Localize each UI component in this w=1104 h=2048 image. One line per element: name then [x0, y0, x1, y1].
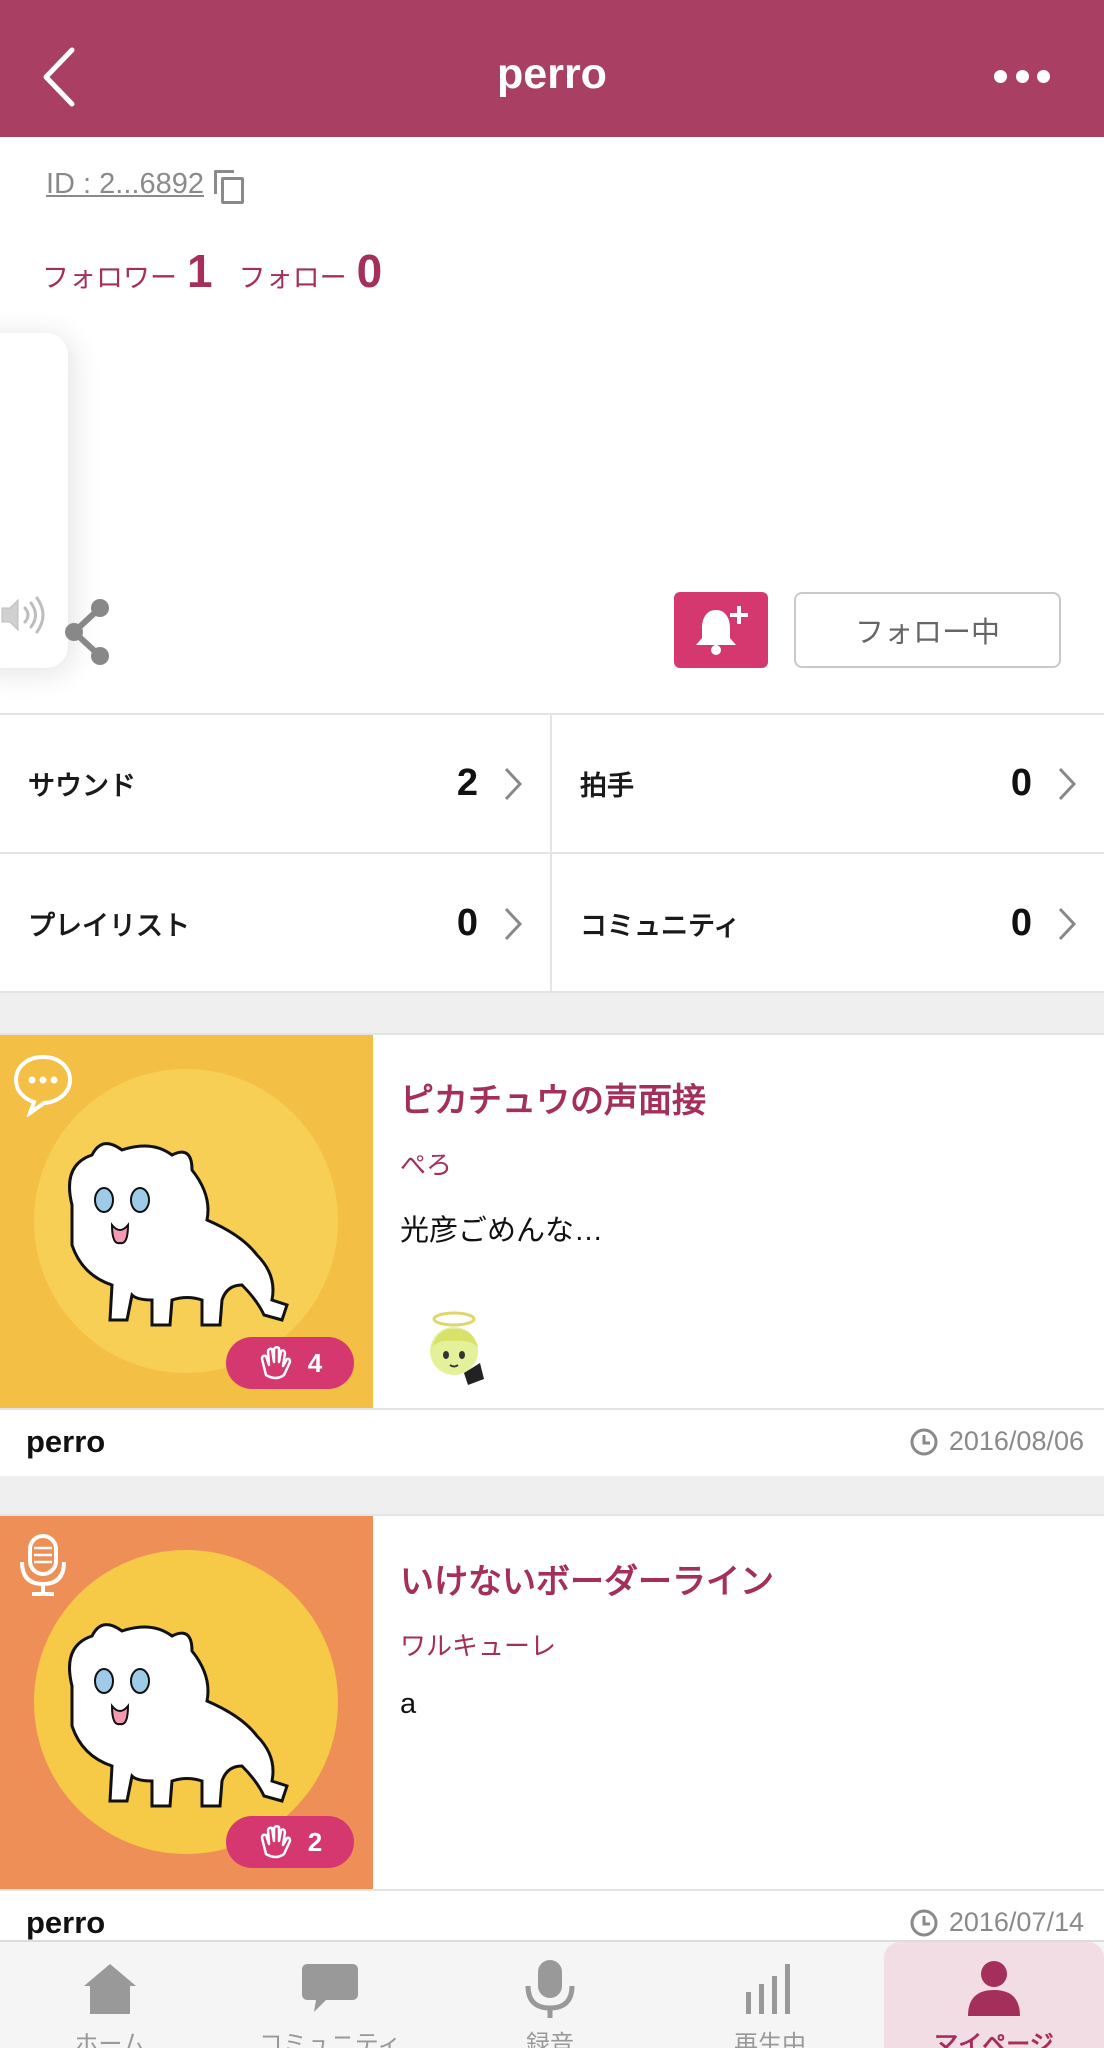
- stat-value: 2: [456, 762, 478, 804]
- more-dot-icon: [1037, 69, 1050, 83]
- chat-icon: [302, 1964, 358, 2012]
- sound-thumbnail[interactable]: 4: [0, 1035, 373, 1408]
- stat-label: 拍手: [580, 771, 634, 801]
- section-divider: [0, 1476, 1104, 1514]
- person-icon: [968, 1961, 1020, 2016]
- sound-card[interactable]: 4 ピカチュウの声面接 ぺろ 光彦ごめんな… perro 2016/08/06: [0, 1033, 1104, 1476]
- sound-description: a: [400, 1688, 417, 1720]
- clap-count-badge: 2: [226, 1816, 354, 1868]
- cat-illustration-icon: [68, 1623, 289, 1808]
- following-count[interactable]: 0: [357, 244, 383, 298]
- participant-avatar[interactable]: [414, 1305, 500, 1391]
- more-dot-icon: [994, 69, 1007, 83]
- chevron-right-icon: [504, 907, 523, 940]
- user-id[interactable]: ID : 2...6892: [46, 168, 244, 204]
- tab-label: 再生中: [734, 2031, 806, 2048]
- stat-cell-playlists[interactable]: プレイリスト 0: [0, 854, 552, 993]
- chevron-right-icon: [504, 767, 523, 800]
- sound-card[interactable]: 2 いけないボーダーライン ワルキューレ a perro 2016/07/14: [0, 1514, 1104, 1940]
- chevron-right-icon: [1058, 767, 1077, 800]
- sound-owner[interactable]: perro: [26, 1905, 105, 1941]
- sound-title[interactable]: ピカチュウの声面接: [400, 1073, 706, 1122]
- sound-date-text: 2016/08/06: [948, 1426, 1084, 1456]
- tab-label: ホーム: [74, 2031, 146, 2048]
- stat-label: プレイリスト: [28, 911, 190, 941]
- speaker-icon[interactable]: [0, 592, 46, 638]
- stat-value: 0: [1010, 762, 1032, 804]
- user-id-text: ID : 2...6892: [46, 168, 204, 200]
- stat-value: 0: [456, 902, 478, 944]
- clap-count-badge: 4: [226, 1337, 354, 1389]
- sound-title[interactable]: いけないボーダーライン: [400, 1554, 774, 1603]
- sound-date: 2016/07/14: [909, 1907, 1084, 1938]
- bell-plus-icon: [696, 606, 748, 655]
- following-label[interactable]: フォロー: [239, 256, 347, 295]
- share-icon[interactable]: [62, 596, 114, 666]
- tab-record[interactable]: 録音: [440, 1942, 660, 2048]
- microphone-icon: [20, 1534, 66, 1596]
- stat-label: サウンド: [28, 771, 136, 801]
- microphone-icon: [525, 1960, 575, 2018]
- clock-icon: [910, 1428, 938, 1455]
- sound-owner[interactable]: perro: [26, 1424, 105, 1460]
- sound-date-text: 2016/07/14: [948, 1907, 1084, 1937]
- sound-card-footer: perro 2016/08/06: [0, 1408, 1104, 1476]
- tab-home[interactable]: ホーム: [0, 1942, 220, 2048]
- more-options-button[interactable]: [994, 66, 1050, 86]
- stats-grid: サウンド 2 拍手 0 プレイリスト 0 コミュニティ 0: [0, 713, 1104, 993]
- sound-description: 光彦ごめんな…: [400, 1215, 604, 1247]
- stat-value: 0: [1010, 902, 1032, 944]
- clap-hands-icon: [260, 1824, 292, 1859]
- clap-count: 4: [307, 1347, 323, 1378]
- home-icon: [84, 1964, 136, 2014]
- clock-icon: [910, 1909, 938, 1936]
- speech-bubble-icon: [13, 1054, 73, 1117]
- stat-label: コミュニティ: [580, 911, 741, 941]
- app-header: perro: [0, 0, 1104, 137]
- stat-cell-claps[interactable]: 拍手 0: [552, 715, 1104, 854]
- cat-illustration-icon: [68, 1142, 289, 1327]
- page-title: perro: [497, 50, 607, 98]
- tab-community[interactable]: コミュニティ: [220, 1942, 440, 2048]
- copy-icon[interactable]: [214, 169, 244, 204]
- stat-cell-community[interactable]: コミュニティ 0: [552, 854, 1104, 993]
- sound-artist: ぺろ: [400, 1150, 453, 1180]
- clap-hands-icon: [260, 1345, 292, 1380]
- clap-count: 2: [307, 1826, 323, 1857]
- followers-label[interactable]: フォロワー: [42, 256, 177, 295]
- tab-now-playing[interactable]: 再生中: [660, 1942, 880, 2048]
- stat-cell-sounds[interactable]: サウンド 2: [0, 715, 552, 854]
- more-dot-icon: [1015, 69, 1029, 83]
- follow-stats: フォロワー 1 フォロー 0: [42, 244, 408, 298]
- tab-my-page[interactable]: マイページ: [884, 1942, 1104, 2048]
- tab-label: コミュニティ: [258, 2031, 402, 2048]
- chevron-right-icon: [1058, 907, 1077, 940]
- sound-thumbnail[interactable]: 2: [0, 1516, 373, 1889]
- sound-artist: ワルキューレ: [400, 1631, 557, 1661]
- bottom-tab-bar: ホーム コミュニティ 録音 再生中 マイページ: [0, 1940, 1104, 2048]
- section-divider: [0, 993, 1104, 1033]
- sound-date: 2016/08/06: [909, 1426, 1084, 1457]
- equalizer-icon: [746, 1964, 790, 2014]
- following-button[interactable]: フォロー中: [794, 592, 1061, 668]
- tab-label: マイページ: [934, 2031, 1054, 2048]
- notify-button[interactable]: [674, 592, 768, 668]
- followers-count[interactable]: 1: [187, 244, 213, 298]
- tab-label: 録音: [526, 2031, 574, 2048]
